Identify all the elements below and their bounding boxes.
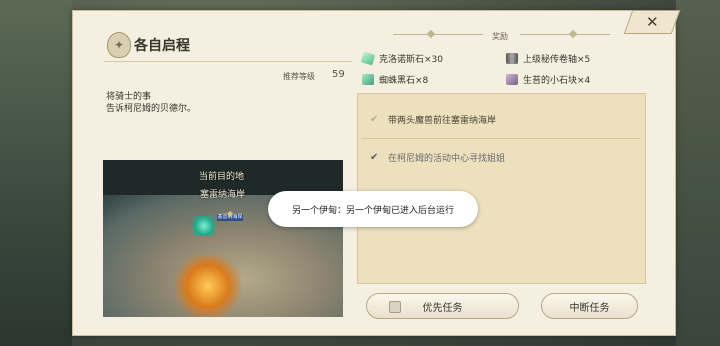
reward-divider-right bbox=[520, 34, 610, 35]
scroll-icon bbox=[506, 53, 518, 64]
recommended-level-value: 59 bbox=[332, 69, 345, 80]
quest-emblem-icon: ✦ bbox=[107, 32, 131, 58]
close-button[interactable]: ✕ bbox=[623, 10, 681, 34]
quest-description-line: 告诉柯尼姆的贝德尔。 bbox=[106, 104, 197, 114]
check-icon: ✔ bbox=[370, 152, 379, 163]
map-fire-glow bbox=[173, 255, 243, 317]
checkbox-icon bbox=[389, 301, 401, 313]
stone-icon bbox=[506, 74, 518, 85]
reward-divider-left bbox=[393, 34, 483, 35]
reward-item: 蜘蛛黑石×8 bbox=[362, 73, 428, 86]
gem-icon bbox=[362, 74, 374, 85]
objective-label: 在柯尼姆的活动中心寻找姐姐 bbox=[388, 154, 506, 164]
background-right bbox=[676, 0, 720, 346]
quest-map[interactable]: 当前目的地 塞雷纳海岸 塞雷纳海岸 ◆ bbox=[103, 160, 343, 317]
background-left bbox=[0, 0, 72, 346]
reward-label: 生苔的小石块×4 bbox=[523, 76, 591, 86]
title-divider bbox=[104, 61, 352, 62]
reward-item: 上级秘传卷轴×5 bbox=[506, 52, 590, 65]
destination-name: 塞雷纳海岸 bbox=[200, 190, 246, 200]
toast-message: 另一个伊甸：另一个伊甸已进入后台运行 bbox=[291, 205, 454, 216]
priority-quest-button[interactable]: 优先任务 bbox=[366, 293, 519, 319]
abort-quest-button[interactable]: 中断任务 bbox=[541, 293, 638, 319]
current-destination-label: 当前目的地 bbox=[199, 172, 245, 182]
map-crystal-icon bbox=[193, 216, 215, 236]
location-pin-icon: ◆ bbox=[227, 209, 234, 218]
reward-item: 生苔的小石块×4 bbox=[506, 73, 590, 86]
objective-label: 带两头魔兽前往塞雷纳海岸 bbox=[388, 116, 497, 126]
gem-icon bbox=[360, 51, 376, 66]
objective-item: ✔ 在柯尼姆的活动中心寻找姐姐 bbox=[370, 151, 505, 164]
reward-label: 上级秘传卷轴×5 bbox=[523, 55, 591, 65]
abort-quest-label: 中断任务 bbox=[569, 302, 610, 314]
close-icon: ✕ bbox=[645, 13, 659, 31]
toast-notification: 另一个伊甸：另一个伊甸已进入后台运行 bbox=[268, 191, 478, 227]
reward-header: 奖励 bbox=[492, 32, 508, 41]
priority-quest-label: 优先任务 bbox=[422, 302, 463, 314]
quest-title: 各自启程 bbox=[134, 38, 190, 54]
reward-label: 蜘蛛黑石×8 bbox=[379, 76, 429, 86]
recommended-level-label: 推荐等级 bbox=[283, 72, 315, 81]
reward-item: 克洛诺斯石×30 bbox=[360, 51, 443, 66]
objective-divider bbox=[362, 138, 640, 139]
objective-item: ✔ 带两头魔兽前往塞雷纳海岸 bbox=[370, 113, 496, 126]
check-icon: ✔ bbox=[370, 114, 379, 125]
reward-label: 克洛诺斯石×30 bbox=[379, 55, 443, 65]
